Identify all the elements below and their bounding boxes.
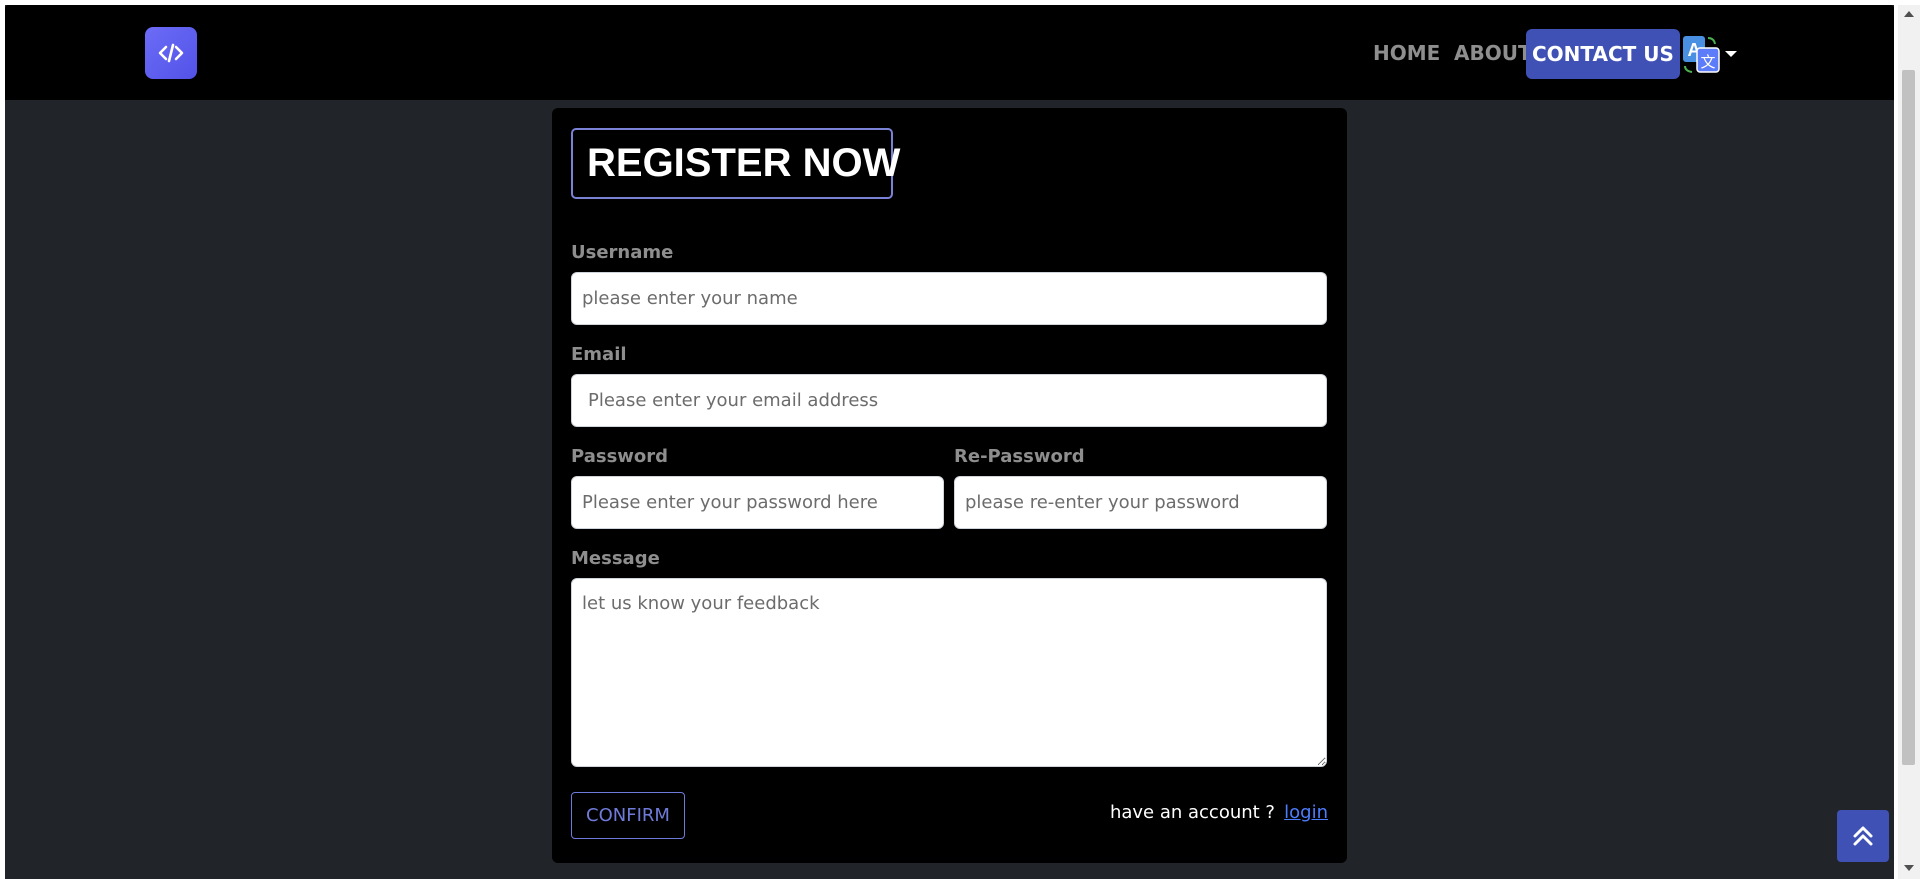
chevron-down-icon — [1725, 51, 1737, 57]
svg-text:文: 文 — [1700, 53, 1715, 71]
message-textarea[interactable] — [571, 578, 1327, 767]
logo[interactable] — [145, 27, 197, 79]
double-chevron-up-icon — [1853, 826, 1873, 846]
form-title: REGISTER NOW — [571, 128, 900, 199]
scroll-down-arrow-icon[interactable] — [1904, 865, 1914, 871]
email-input[interactable] — [571, 374, 1327, 427]
email-label: Email — [571, 344, 627, 365]
nav-link-contact[interactable]: CONTACT US — [1526, 29, 1680, 79]
register-form: REGISTER NOW Username Email Password Re-… — [552, 108, 1347, 863]
nav-link-about[interactable]: ABOUT — [1448, 32, 1538, 74]
scrollbar-thumb[interactable] — [1902, 70, 1915, 765]
language-dropdown[interactable]: A 文 — [1681, 34, 1741, 74]
have-account-text: have an account ? — [1109, 802, 1275, 823]
username-input[interactable] — [571, 272, 1327, 325]
nav-link-home[interactable]: HOME — [1367, 32, 1446, 74]
confirm-button[interactable]: CONFIRM — [571, 792, 685, 839]
password-input[interactable] — [571, 476, 944, 529]
navbar: HOME ABOUT CONTACT US A 文 — [5, 5, 1894, 100]
scroll-up-arrow-icon[interactable] — [1904, 11, 1914, 17]
password-label: Password — [571, 446, 669, 467]
vertical-scrollbar[interactable] — [1898, 5, 1920, 879]
code-icon — [158, 43, 184, 63]
scroll-top-button[interactable] — [1837, 810, 1889, 862]
message-label: Message — [571, 548, 660, 569]
page: HOME ABOUT CONTACT US A 文 REGISTER NOW U… — [5, 5, 1894, 879]
repassword-label: Re-Password — [954, 446, 1085, 467]
repassword-input[interactable] — [954, 476, 1327, 529]
username-label: Username — [571, 242, 674, 263]
translate-icon: A 文 — [1683, 36, 1720, 73]
login-link[interactable]: login — [1284, 802, 1328, 823]
